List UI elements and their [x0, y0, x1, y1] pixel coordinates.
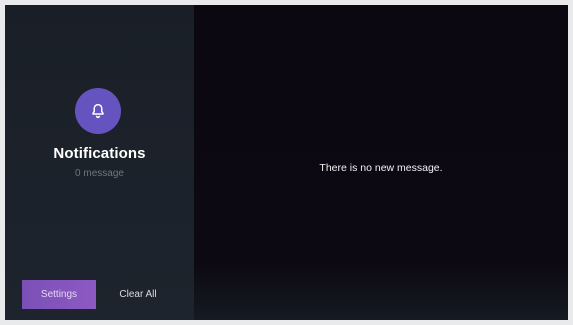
clear-all-button[interactable]: Clear All — [105, 280, 171, 309]
notifications-icon-badge — [75, 88, 121, 134]
notifications-count: 0 message — [75, 168, 124, 179]
notifications-screen: Notifications 0 message Settings Clear A… — [5, 5, 568, 320]
notifications-sidebar: Notifications 0 message Settings Clear A… — [5, 5, 194, 320]
bell-icon — [92, 103, 104, 119]
message-content-area: There is no new message. — [194, 5, 568, 320]
empty-state-message: There is no new message. — [319, 162, 443, 174]
settings-button[interactable]: Settings — [22, 280, 96, 309]
notifications-title: Notifications — [53, 145, 146, 162]
